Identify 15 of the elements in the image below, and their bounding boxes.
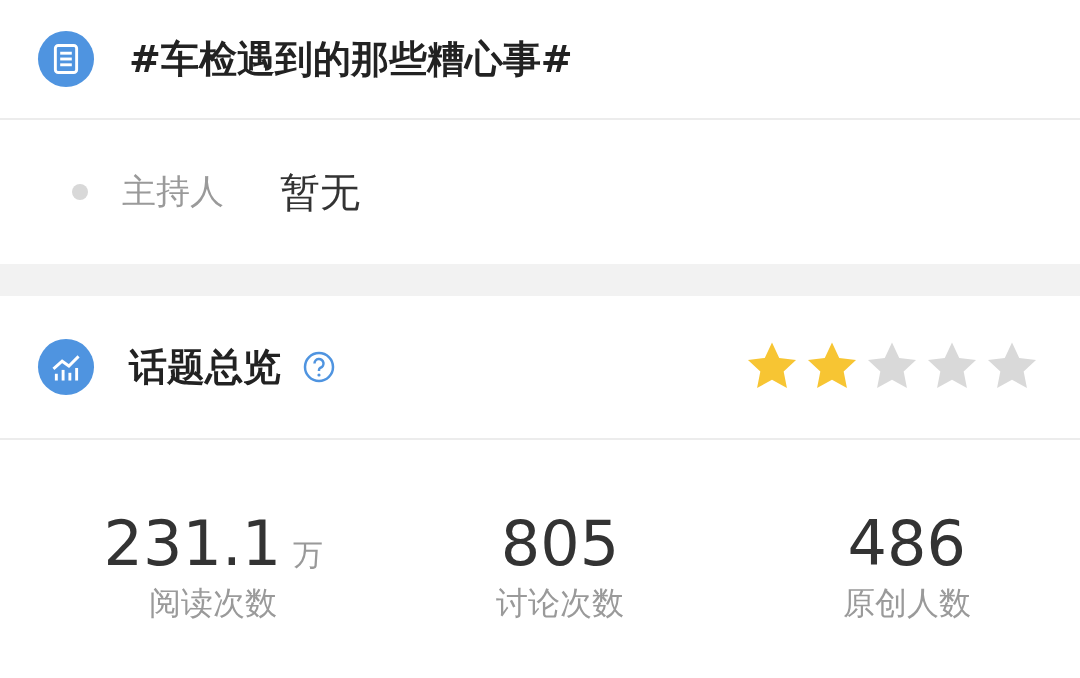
stat-label: 讨论次数	[496, 583, 624, 625]
list-icon	[37, 30, 95, 88]
stat-value: 231.1	[103, 510, 282, 579]
topic-title: #车检遇到的那些糟心事#	[129, 35, 573, 83]
stat-label: 阅读次数	[149, 583, 278, 625]
help-icon[interactable]	[303, 351, 335, 383]
chart-icon	[37, 338, 95, 396]
stat-label: 原创人数	[842, 583, 971, 625]
bullet-icon	[72, 184, 88, 200]
overview-title: 话题总览	[129, 343, 281, 391]
stat-value: 805	[500, 510, 620, 579]
stat-value: 486	[847, 510, 966, 579]
host-value: 暂无	[280, 167, 360, 217]
host-label: 主持人	[122, 170, 224, 213]
stat-unit: 万	[293, 536, 324, 574]
